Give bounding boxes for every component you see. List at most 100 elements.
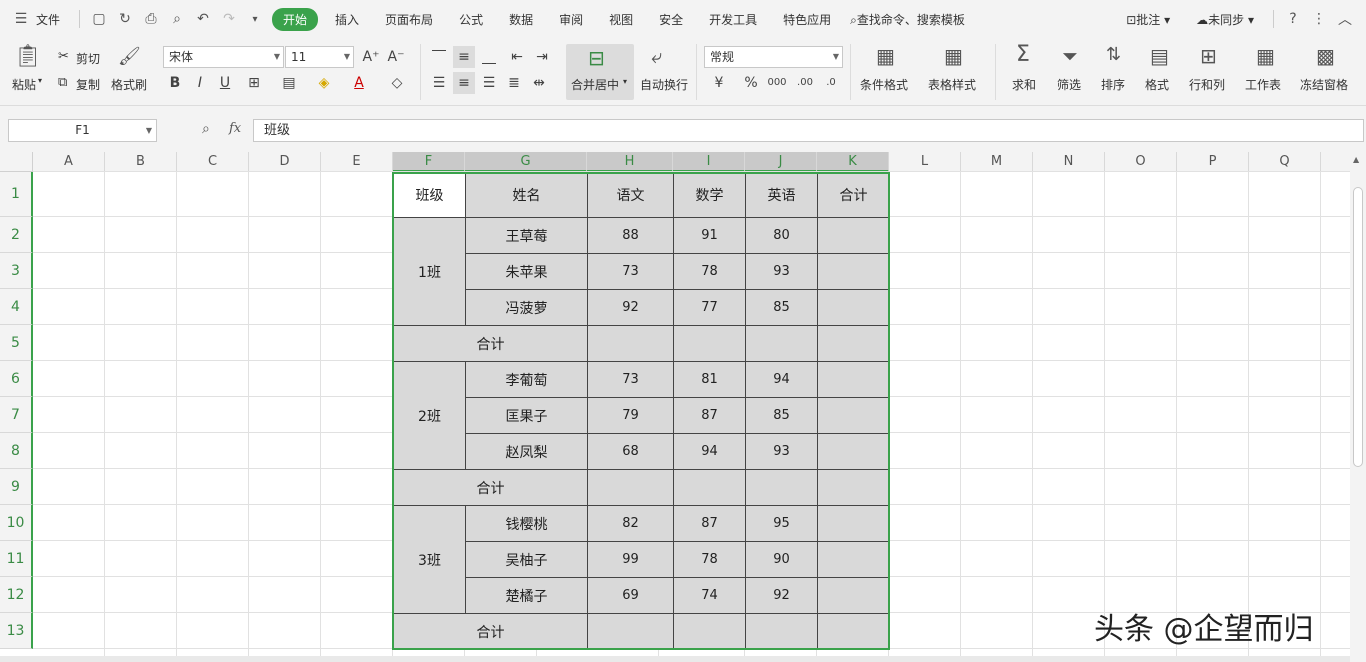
row-header-13[interactable]: 13 — [0, 613, 33, 649]
chinese-score-cell[interactable]: 92 — [587, 289, 674, 326]
table-style-button[interactable]: 表格样式 — [928, 76, 976, 93]
subtotal-cell[interactable] — [745, 325, 818, 362]
indent-decrease-icon[interactable]: ⇤ — [506, 46, 528, 68]
row-col-icon[interactable]: ⊞ — [1200, 44, 1217, 68]
vertical-scrollbar[interactable]: ▲ — [1350, 152, 1366, 662]
print-preview-icon[interactable]: ⌕ — [164, 11, 190, 27]
header-cell[interactable]: 英语 — [745, 172, 818, 218]
save-icon[interactable]: ▢ — [86, 11, 112, 27]
cell-area[interactable]: 班级 姓名 语文 数学 英语 合计 1班 王草莓 88 91 80 朱苹果 73 78 93 冯菠萝 92 77 8… — [33, 171, 1350, 662]
row-header-6[interactable]: 6 — [0, 361, 33, 397]
column-header-b[interactable]: B — [105, 152, 177, 172]
format-button[interactable]: 格式 — [1145, 76, 1169, 93]
filter-button[interactable]: 筛选 — [1057, 76, 1081, 93]
align-middle-icon[interactable]: ≡ — [453, 46, 475, 68]
subtotal-cell[interactable] — [817, 469, 890, 506]
tab-review[interactable]: 审阅 — [546, 11, 596, 28]
english-score-cell[interactable]: 94 — [745, 361, 818, 398]
total-cell[interactable] — [817, 505, 890, 542]
filter-icon[interactable]: ⏷ — [1062, 44, 1078, 68]
border-icon[interactable]: ⊞ — [243, 72, 265, 94]
row-header-4[interactable]: 4 — [0, 289, 33, 325]
name-cell[interactable]: 匡果子 — [465, 397, 588, 434]
hamburger-icon[interactable]: ☰ — [8, 11, 34, 27]
thousands-icon[interactable]: 000 — [766, 72, 788, 94]
sort-button[interactable]: 排序 — [1101, 76, 1125, 93]
subtotal-cell[interactable] — [745, 469, 818, 506]
math-score-cell[interactable]: 87 — [673, 505, 746, 542]
subtotal-cell[interactable] — [817, 613, 890, 650]
total-cell[interactable] — [817, 397, 890, 434]
select-all-corner[interactable] — [0, 152, 33, 172]
underline-icon[interactable]: U — [214, 72, 236, 94]
chinese-score-cell[interactable]: 99 — [587, 541, 674, 578]
name-box[interactable]: F1 ▼ — [8, 119, 157, 142]
column-header-m[interactable]: M — [961, 152, 1033, 172]
chinese-score-cell[interactable]: 73 — [587, 361, 674, 398]
column-header-a[interactable]: A — [33, 152, 105, 172]
row-header-11[interactable]: 11 — [0, 541, 33, 577]
total-cell[interactable] — [817, 253, 890, 290]
header-cell[interactable]: 姓名 — [465, 172, 588, 218]
worksheet-icon[interactable]: ▦ — [1256, 44, 1275, 68]
sum-icon[interactable]: Σ — [1016, 42, 1030, 67]
paste-icon[interactable]: 📋︎ — [14, 44, 42, 69]
name-cell[interactable]: 吴柚子 — [465, 541, 588, 578]
header-cell[interactable]: 合计 — [817, 172, 890, 218]
total-cell[interactable] — [817, 541, 890, 578]
subtotal-cell[interactable] — [673, 613, 746, 650]
fx-icon[interactable]: fx — [229, 121, 241, 136]
name-cell[interactable]: 冯菠萝 — [465, 289, 588, 326]
more-icon[interactable]: ⋮ — [1306, 11, 1332, 27]
class-cell[interactable]: 3班 — [393, 505, 466, 614]
align-right-icon[interactable]: ☰ — [478, 72, 500, 94]
chinese-score-cell[interactable]: 68 — [587, 433, 674, 470]
font-size-select[interactable]: 11 ▼ — [285, 46, 354, 68]
tab-data[interactable]: 数据 — [496, 11, 546, 28]
tab-features[interactable]: 特色应用 — [770, 11, 844, 28]
worksheet-button[interactable]: 工作表 — [1245, 76, 1281, 93]
row-header-9[interactable]: 9 — [0, 469, 33, 505]
row-header-1[interactable]: 1 — [0, 172, 33, 217]
row-header-7[interactable]: 7 — [0, 397, 33, 433]
sum-button[interactable]: 求和 — [1012, 76, 1036, 93]
align-center-icon[interactable]: ≡ — [453, 72, 475, 94]
scroll-up-icon[interactable]: ▲ — [1353, 155, 1359, 164]
class-cell[interactable]: 1班 — [393, 217, 466, 326]
english-score-cell[interactable]: 93 — [745, 433, 818, 470]
table-style-icon[interactable]: ▦ — [944, 44, 963, 68]
redo-icon[interactable]: ↷ — [216, 11, 242, 27]
decrease-font-icon[interactable]: A⁻ — [385, 46, 407, 68]
align-top-icon[interactable]: ⎺ — [428, 46, 450, 68]
english-score-cell[interactable]: 80 — [745, 217, 818, 254]
tab-developer[interactable]: 开发工具 — [696, 11, 770, 28]
english-score-cell[interactable]: 95 — [745, 505, 818, 542]
row-header-2[interactable]: 2 — [0, 217, 33, 253]
subtotal-label-cell[interactable]: 合计 — [393, 325, 588, 362]
subtotal-cell[interactable] — [673, 325, 746, 362]
command-search[interactable]: ⌕查找命令、搜索模板 — [844, 11, 978, 28]
collapse-ribbon-icon[interactable]: ︿ — [1332, 9, 1358, 29]
fill-color-icon[interactable]: ◈ — [313, 72, 335, 94]
column-header-e[interactable]: E — [321, 152, 393, 172]
subtotal-cell[interactable] — [587, 613, 674, 650]
column-header-i[interactable]: I — [673, 152, 745, 172]
english-score-cell[interactable]: 85 — [745, 397, 818, 434]
tab-insert[interactable]: 插入 — [322, 11, 372, 28]
column-header-d[interactable]: D — [249, 152, 321, 172]
row-header-3[interactable]: 3 — [0, 253, 33, 289]
total-cell[interactable] — [817, 361, 890, 398]
subtotal-cell[interactable] — [587, 469, 674, 506]
conditional-format-icon[interactable]: ▦ — [876, 44, 895, 68]
math-score-cell[interactable]: 87 — [673, 397, 746, 434]
paste-button[interactable]: 粘贴 — [12, 76, 36, 93]
horizontal-scrollbar[interactable] — [0, 656, 1350, 662]
subtotal-cell[interactable] — [587, 325, 674, 362]
english-score-cell[interactable]: 92 — [745, 577, 818, 614]
print-icon[interactable]: ⎙ — [138, 11, 164, 27]
column-header-k[interactable]: K — [817, 152, 889, 172]
name-cell[interactable]: 赵凤梨 — [465, 433, 588, 470]
subtotal-label-cell[interactable]: 合计 — [393, 613, 588, 650]
subtotal-cell[interactable] — [745, 613, 818, 650]
increase-decimal-icon[interactable]: .00 — [794, 72, 816, 94]
